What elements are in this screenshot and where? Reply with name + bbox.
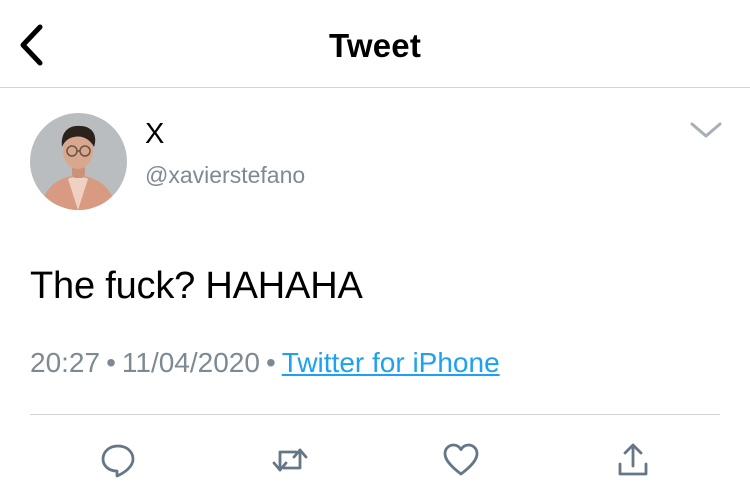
- profile-photo: [30, 113, 127, 210]
- display-name[interactable]: X: [145, 117, 164, 151]
- tweet-metadata: 20:27 • 11/04/2020 • Twitter for iPhone: [30, 345, 500, 381]
- retweet-button[interactable]: [270, 440, 310, 480]
- share-button[interactable]: [613, 440, 653, 480]
- more-options-button[interactable]: [688, 116, 724, 144]
- divider: [30, 414, 720, 415]
- chevron-down-icon: [690, 122, 722, 138]
- heart-icon: [443, 443, 479, 476]
- meta-separator: •: [106, 347, 116, 378]
- page-title: Tweet: [328, 27, 422, 64]
- reply-button[interactable]: [98, 440, 138, 480]
- like-button[interactable]: [441, 440, 481, 480]
- meta-separator: •: [265, 347, 276, 378]
- tweet-time: 20:27: [30, 347, 101, 378]
- reply-icon: [101, 444, 135, 478]
- user-handle[interactable]: @xavierstefano: [145, 160, 305, 190]
- tweet-source-link[interactable]: Twitter for iPhone: [282, 347, 500, 378]
- share-icon: [618, 443, 648, 476]
- avatar[interactable]: [30, 113, 127, 210]
- tweet-date: 11/04/2020: [121, 347, 260, 378]
- tweet-text: The fuck? HAHAHA: [30, 265, 363, 307]
- navigation-bar: Tweet: [0, 0, 750, 88]
- retweet-icon: [272, 448, 308, 472]
